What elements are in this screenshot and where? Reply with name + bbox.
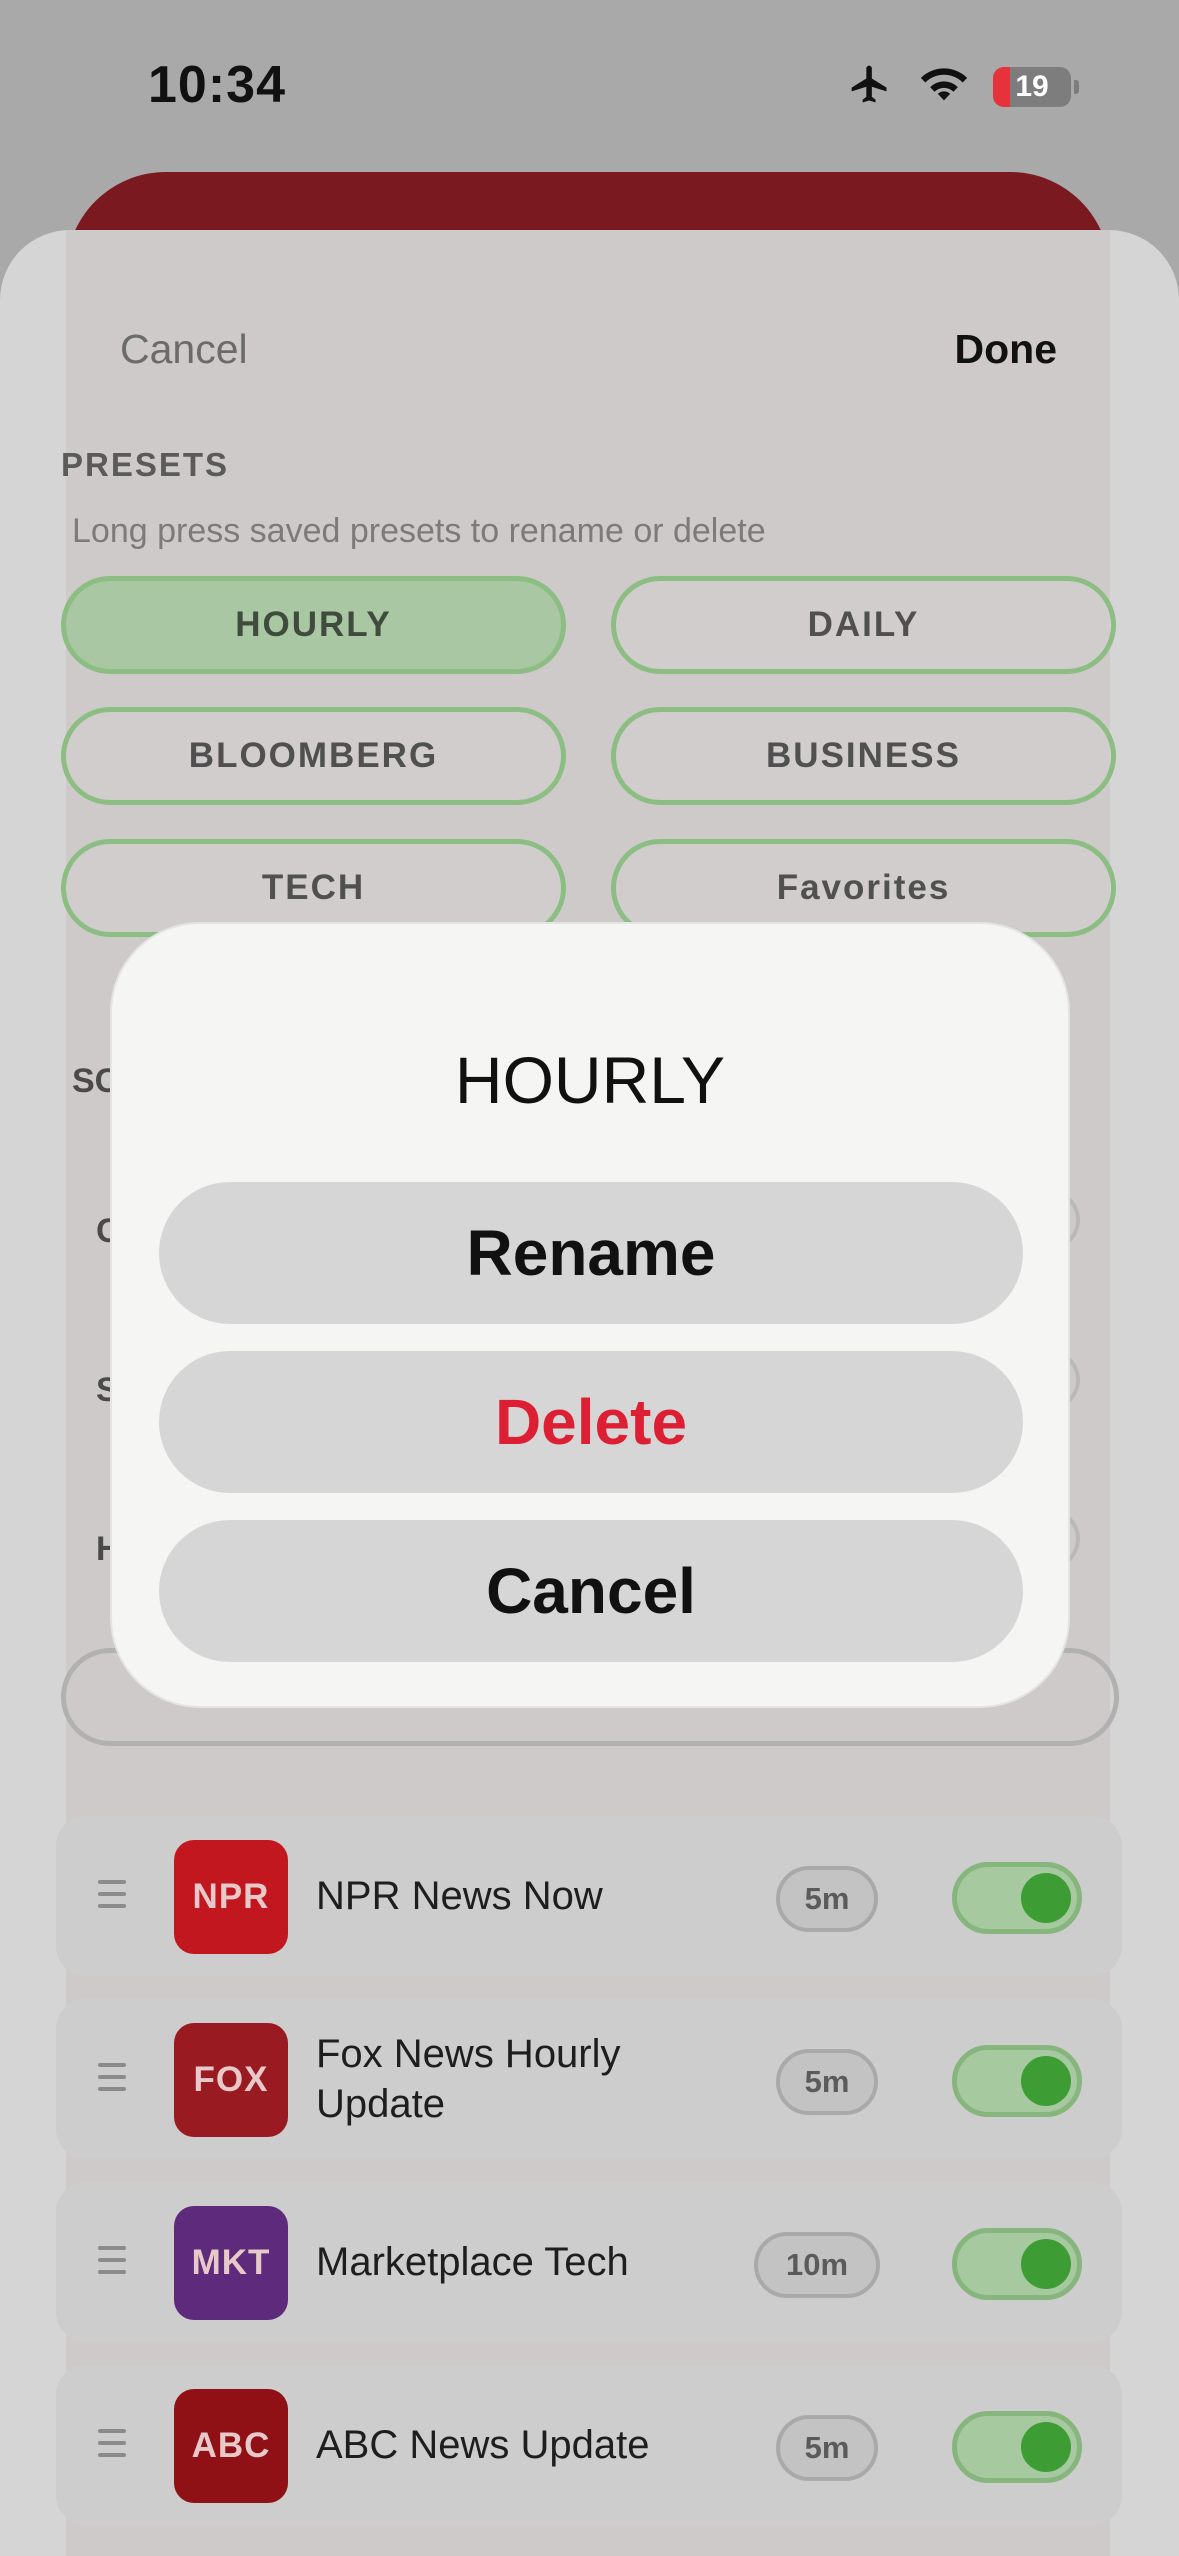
source-toggle[interactable] [952,2045,1082,2117]
source-toggle[interactable] [952,2228,1082,2300]
presets-hint: Long press saved presets to rename or de… [72,512,766,550]
wifi-icon [917,64,971,109]
source-row[interactable]: ABC ABC News Update 5m [56,2365,1122,2525]
preset-bloomberg[interactable]: BLOOMBERG [61,707,566,805]
preset-business[interactable]: BUSINESS [611,707,1116,805]
dialog-cancel-button[interactable]: Cancel [159,1520,1023,1662]
drag-handle-icon[interactable] [98,2246,126,2274]
drag-handle-icon[interactable] [98,2429,126,2457]
source-logo: NPR [174,1840,288,1954]
preset-action-dialog: HOURLY Rename Delete Cancel [110,922,1070,1708]
airplane-icon [845,62,895,111]
status-icons: 19 [845,62,1079,111]
delete-button[interactable]: Delete [159,1351,1023,1493]
preset-hourly[interactable]: HOURLY [61,576,566,674]
sheet-cancel-button[interactable]: Cancel [120,326,248,373]
toggle-knob [1021,2056,1071,2106]
status-bar: 10:34 19 [0,0,1179,170]
source-row[interactable]: NPR NPR News Now 5m [56,1816,1122,1976]
source-row[interactable]: MKT Marketplace Tech 10m [56,2182,1122,2342]
drag-handle-icon[interactable] [98,2063,126,2091]
source-logo: MKT [174,2206,288,2320]
source-toggle[interactable] [952,2411,1082,2483]
dialog-title: HOURLY [454,1043,726,1117]
status-time: 10:34 [148,56,286,114]
source-title: Marketplace Tech [316,2240,629,2284]
source-logo: FOX [174,2023,288,2137]
duration-badge: 5m [776,2415,878,2481]
duration-badge: 10m [754,2232,880,2298]
battery-icon: 19 [993,66,1071,107]
battery-level: 19 [1015,69,1049,103]
duration-badge: 5m [776,2049,878,2115]
presets-section-title: PRESETS [61,446,230,483]
drag-handle-icon[interactable] [98,1880,126,1908]
source-row[interactable]: FOX Fox News Hourly Update 5m [56,1999,1122,2159]
source-toggle[interactable] [952,1862,1082,1934]
source-title: ABC News Update [316,2423,650,2467]
source-title: NPR News Now [316,1874,603,1918]
sheet-done-button[interactable]: Done [955,326,1058,373]
source-title: Fox News Hourly Update [316,2032,621,2126]
battery-tip [1074,79,1079,94]
toggle-knob [1021,2239,1071,2289]
source-logo: ABC [174,2389,288,2503]
toggle-knob [1021,2422,1071,2472]
duration-badge: 5m [776,1866,878,1932]
toggle-knob [1021,1873,1071,1923]
rename-button[interactable]: Rename [159,1182,1023,1324]
preset-daily[interactable]: DAILY [611,576,1116,674]
